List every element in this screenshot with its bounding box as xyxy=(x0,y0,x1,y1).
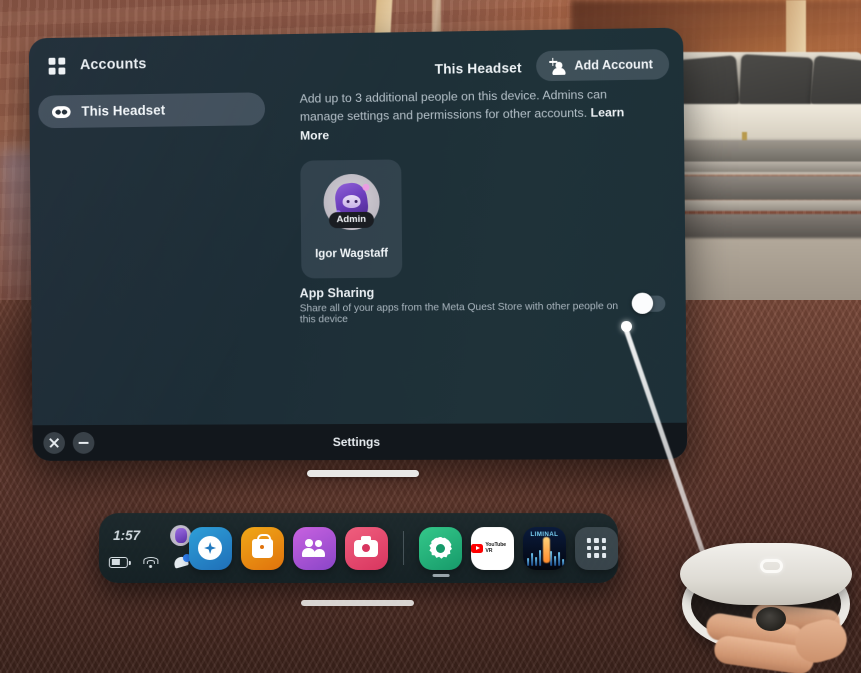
dock-app-camera[interactable] xyxy=(344,526,388,570)
vr-controller xyxy=(676,523,856,673)
content-header: This Headset Add Account xyxy=(276,49,684,82)
settings-sidebar: Accounts This Headset xyxy=(29,34,280,461)
clock: 1:57 xyxy=(113,528,141,544)
dock-bar: 1:57 YouTube VR LIMINAL xyxy=(98,513,619,584)
add-account-button[interactable]: Add Account xyxy=(535,49,670,82)
settings-window: Accounts This Headset This Headset Add A… xyxy=(28,27,688,461)
app-sharing-subtitle: Share all of your apps from the Meta Que… xyxy=(299,300,619,326)
toggle-knob xyxy=(631,292,654,314)
close-button[interactable] xyxy=(43,432,66,454)
gear-icon xyxy=(429,537,452,560)
couch-cushion xyxy=(809,55,861,111)
window-controls xyxy=(43,431,95,454)
battery-icon[interactable] xyxy=(108,556,128,568)
notification-bell-icon[interactable] xyxy=(172,553,191,569)
explore-icon xyxy=(198,536,223,560)
sidebar-item-this-headset[interactable]: This Headset xyxy=(38,92,266,129)
window-bottom-bar: Settings xyxy=(32,422,688,461)
app-sharing-toggle[interactable] xyxy=(631,292,666,314)
content-title: This Headset xyxy=(434,60,522,77)
sidebar-item-label: This Headset xyxy=(81,102,166,119)
dock-grab-handle[interactable] xyxy=(301,600,414,606)
controller-led-icon xyxy=(760,559,783,573)
youtube-label: YouTube VR xyxy=(485,542,507,554)
controller-thumbstick xyxy=(756,607,786,631)
account-card[interactable]: Admin Igor Wagstaff xyxy=(300,159,403,279)
dock-app-list: YouTube VR LIMINAL xyxy=(184,526,619,577)
liminal-icon xyxy=(526,536,565,566)
dock-app-grid-button[interactable] xyxy=(574,526,619,570)
dock-app-explore[interactable] xyxy=(188,526,232,570)
app-sharing-row: App Sharing Share all of your apps from … xyxy=(300,283,668,325)
minimize-button[interactable] xyxy=(72,431,95,454)
status-icons xyxy=(108,553,191,569)
app-grid-icon xyxy=(586,538,607,558)
dock-app-youtube-vr[interactable]: YouTube VR xyxy=(470,526,515,570)
avatar[interactable] xyxy=(170,525,192,547)
window-grab-handle[interactable] xyxy=(307,470,419,477)
window-title: Settings xyxy=(332,434,381,450)
headset-icon xyxy=(52,106,71,118)
controller-body xyxy=(680,543,852,605)
youtube-icon: YouTube VR xyxy=(470,542,514,554)
add-account-label: Add Account xyxy=(574,57,653,73)
dock-app-store[interactable] xyxy=(240,526,284,570)
account-name: Igor Wagstaff xyxy=(315,247,389,261)
couch-cushion xyxy=(738,54,814,110)
store-bag-icon xyxy=(251,538,273,558)
description-text: Add up to 3 additional people on this de… xyxy=(299,87,608,125)
minimize-icon xyxy=(78,442,89,444)
app-sharing-title: App Sharing xyxy=(299,285,375,301)
camera-icon xyxy=(354,539,379,557)
app-sharing-text: App Sharing Share all of your apps from … xyxy=(300,284,632,326)
people-icon xyxy=(302,539,326,557)
status-badge: Admin xyxy=(328,211,375,229)
pointer-cursor xyxy=(621,321,632,332)
page-title: Accounts xyxy=(79,56,147,74)
sidebar-header: Accounts xyxy=(29,34,276,74)
dock-app-people[interactable] xyxy=(292,526,336,570)
settings-content: This Headset Add Account Add up to 3 add… xyxy=(275,28,687,461)
active-app-indicator xyxy=(432,573,450,577)
dock-app-liminal[interactable]: LIMINAL xyxy=(522,526,567,570)
dock-separator xyxy=(402,531,405,565)
dock-app-settings[interactable] xyxy=(418,526,463,577)
dock-status-area: 1:57 xyxy=(99,513,192,583)
accounts-description: Add up to 3 additional people on this de… xyxy=(300,85,651,145)
person-add-icon xyxy=(549,58,566,76)
wifi-icon[interactable] xyxy=(142,556,159,568)
